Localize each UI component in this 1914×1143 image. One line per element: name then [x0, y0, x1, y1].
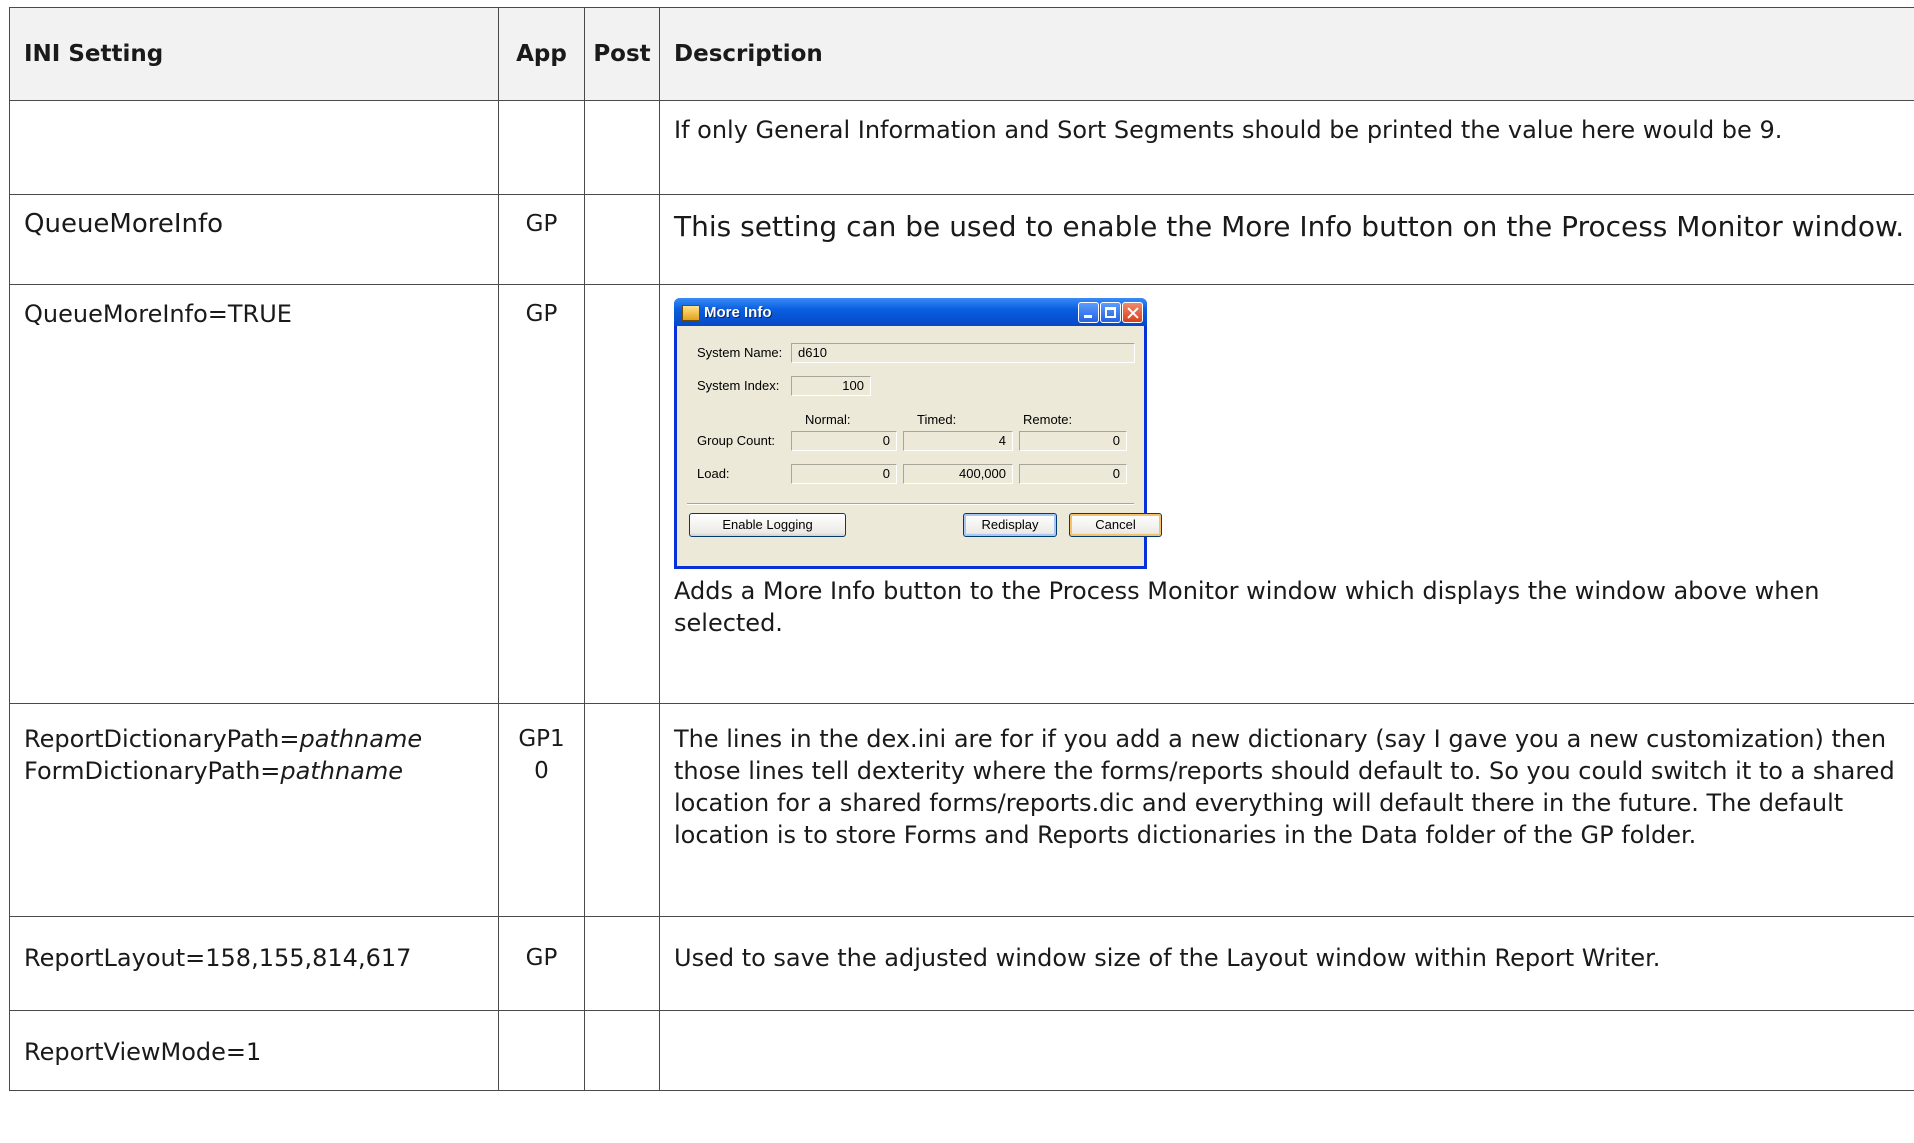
system-name-field: d610 [791, 343, 1135, 363]
app-cell: GP [498, 194, 585, 285]
post-cell [584, 284, 660, 704]
report-dictionary-path-setting: ReportDictionaryPath=pathname [24, 725, 423, 753]
app-cell [498, 1010, 585, 1091]
close-icon[interactable] [1122, 302, 1143, 323]
description-cell [659, 1010, 1914, 1091]
group-count-label: Group Count: [697, 433, 776, 448]
header-post: Post [584, 7, 660, 101]
group-count-timed-field: 4 [903, 431, 1013, 451]
remote-column-label: Remote: [1023, 412, 1073, 427]
post-cell [584, 916, 660, 1011]
maximize-icon[interactable] [1100, 302, 1121, 323]
table-row: If only General Information and Sort Seg… [9, 100, 1914, 195]
system-index-field: 100 [791, 376, 871, 396]
post-cell [584, 100, 660, 195]
enable-logging-button[interactable]: Enable Logging [689, 513, 846, 537]
dialog-separator [687, 503, 1134, 505]
system-name-label: System Name: [697, 345, 783, 360]
minimize-icon[interactable] [1078, 302, 1099, 323]
table-row: ReportViewMode=1 [9, 1010, 1914, 1091]
app-cell: GP1 0 [498, 703, 585, 917]
dialog-title: More Info [704, 304, 772, 321]
header-app: App [498, 7, 585, 101]
group-count-normal-field: 0 [791, 431, 897, 451]
table-row: ReportDictionaryPath=pathname FormDictio… [9, 703, 1914, 917]
description-cell: The lines in the dex.ini are for if you … [659, 703, 1914, 917]
header-description: Description [659, 7, 1914, 101]
window-icon [682, 305, 700, 321]
setting-cell: ReportLayout=158,155,814,617 [9, 916, 499, 1011]
redisplay-button[interactable]: Redisplay [963, 513, 1057, 537]
load-remote-field: 0 [1019, 464, 1127, 484]
description-cell: More Info System Name: d610 System Index… [659, 284, 1914, 704]
header-row: INI Setting App Post Description [9, 7, 1914, 101]
setting-cell: QueueMoreInfo=TRUE [9, 284, 499, 704]
app-cell [498, 100, 585, 195]
load-timed-field: 400,000 [903, 464, 1013, 484]
ini-settings-table: INI Setting App Post Description If only… [9, 7, 1914, 1091]
load-label: Load: [697, 466, 730, 481]
setting-cell: QueueMoreInfo [9, 194, 499, 285]
app-cell: GP [498, 916, 585, 1011]
description-cell: This setting can be used to enable the M… [659, 194, 1914, 285]
post-cell [584, 1010, 660, 1091]
table-row: QueueMoreInfo GP This setting can be use… [9, 194, 1914, 285]
group-count-remote-field: 0 [1019, 431, 1127, 451]
dialog-titlebar: More Info [674, 298, 1147, 326]
description-text: Adds a More Info button to the Process M… [674, 577, 1820, 637]
header-ini-setting: INI Setting [9, 7, 499, 101]
table-row: ReportLayout=158,155,814,617 GP Used to … [9, 916, 1914, 1011]
system-index-label: System Index: [697, 378, 780, 393]
more-info-dialog: More Info System Name: d610 System Index… [674, 298, 1162, 569]
description-cell: If only General Information and Sort Seg… [659, 100, 1914, 195]
app-cell: GP [498, 284, 585, 704]
setting-cell [9, 100, 499, 195]
timed-column-label: Timed: [917, 412, 957, 427]
normal-column-label: Normal: [805, 412, 851, 427]
description-cell: Used to save the adjusted window size of… [659, 916, 1914, 1011]
table-row: QueueMoreInfo=TRUE GP More Info System N… [9, 284, 1914, 704]
cancel-button[interactable]: Cancel [1069, 513, 1162, 537]
post-cell [584, 703, 660, 917]
setting-cell: ReportDictionaryPath=pathname FormDictio… [9, 703, 499, 917]
form-dictionary-path-setting: FormDictionaryPath=pathname [24, 757, 404, 785]
post-cell [584, 194, 660, 285]
load-normal-field: 0 [791, 464, 897, 484]
setting-cell: ReportViewMode=1 [9, 1010, 499, 1091]
